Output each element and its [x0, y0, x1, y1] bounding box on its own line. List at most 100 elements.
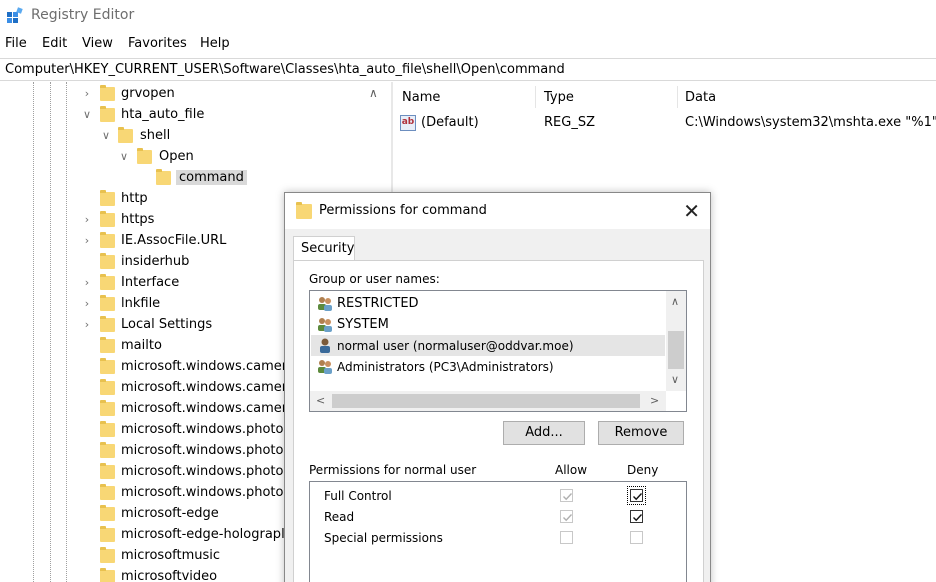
tree-item-label: command	[176, 170, 247, 185]
special-allow-checkbox[interactable]	[560, 531, 573, 544]
menu-file[interactable]: File	[5, 36, 27, 51]
tree-item-label: microsoft.windows.photos	[121, 422, 291, 437]
folder-icon	[156, 169, 171, 185]
chevron-right-icon[interactable]: ›	[81, 298, 93, 310]
chevron-down-icon[interactable]: ∨	[100, 130, 112, 142]
user-name: normal user (normaluser@oddvar.moe)	[337, 339, 574, 353]
folder-icon	[100, 232, 115, 248]
full-control-allow-checkbox[interactable]	[560, 489, 573, 502]
chevron-down-icon[interactable]: ∨	[118, 151, 130, 163]
dialog-title-bar[interactable]: Permissions for command ✕	[285, 193, 710, 229]
tree-item[interactable]: ∨ hta_auto_file	[0, 105, 366, 126]
folder-icon	[100, 463, 115, 479]
address-bar[interactable]: Computer\HKEY_CURRENT_USER\Software\Clas…	[0, 58, 936, 81]
window-title: Registry Editor	[31, 7, 135, 23]
menu-favorites[interactable]: Favorites	[128, 36, 187, 51]
column-divider[interactable]	[677, 86, 678, 108]
tree-item[interactable]: › grvopen	[0, 84, 366, 105]
title-bar: Registry Editor	[0, 0, 936, 32]
chevron-right-icon[interactable]: ›	[81, 235, 93, 247]
scroll-thumb[interactable]	[668, 331, 684, 369]
menu-bar: File Edit View Favorites Help	[0, 34, 936, 56]
scroll-thumb[interactable]	[332, 394, 640, 408]
folder-icon	[100, 400, 115, 416]
add-button[interactable]: Add...	[503, 421, 585, 445]
user-icon	[320, 338, 330, 353]
permission-label: Special permissions	[324, 531, 443, 545]
folder-icon	[100, 85, 115, 101]
tree-item-label: grvopen	[121, 86, 175, 101]
folder-icon	[100, 568, 115, 582]
list-item[interactable]: Administrators (PC3\Administrators)	[311, 356, 665, 377]
folder-icon	[100, 358, 115, 374]
tree-item-label: microsoft.windows.camer	[121, 380, 288, 395]
value-name[interactable]: (Default)	[421, 115, 479, 130]
column-header-type[interactable]: Type	[544, 90, 574, 105]
tree-item-label: Open	[159, 149, 194, 164]
folder-icon	[100, 526, 115, 542]
tree-item-label: microsoft-edge	[121, 506, 219, 521]
scroll-right-icon[interactable]: >	[650, 394, 659, 407]
group-icon	[318, 360, 332, 374]
chevron-right-icon[interactable]: ›	[81, 277, 93, 289]
tree-item-label: http	[121, 191, 148, 206]
remove-button[interactable]: Remove	[598, 421, 684, 445]
list-item[interactable]: SYSTEM	[311, 314, 665, 335]
read-allow-checkbox[interactable]	[560, 510, 573, 523]
group-icon	[318, 297, 332, 311]
tree-item-label: https	[121, 212, 155, 227]
scroll-up-icon[interactable]: ∧	[671, 295, 679, 308]
tree-item-label: IE.AssocFile.URL	[121, 233, 227, 248]
tree-item-label: lnkfile	[121, 296, 161, 311]
read-deny-checkbox[interactable]	[630, 510, 643, 523]
vertical-scrollbar[interactable]: ∧ ∨	[666, 291, 686, 391]
horizontal-scrollbar[interactable]: < >	[310, 391, 666, 411]
folder-icon	[100, 379, 115, 395]
list-item-selected[interactable]: normal user (normaluser@oddvar.moe)	[311, 335, 665, 356]
column-header-name[interactable]: Name	[402, 90, 440, 105]
deny-column-label: Deny	[627, 463, 659, 477]
chevron-right-icon[interactable]: ›	[81, 319, 93, 331]
tree-item[interactable]: ∨ shell	[0, 126, 366, 147]
column-divider[interactable]	[535, 86, 536, 108]
menu-help[interactable]: Help	[200, 36, 230, 51]
folder-icon	[100, 190, 115, 206]
string-value-icon: ab	[400, 115, 416, 131]
address-path[interactable]: Computer\HKEY_CURRENT_USER\Software\Clas…	[5, 62, 565, 77]
folder-icon	[100, 274, 115, 290]
menu-view[interactable]: View	[82, 36, 113, 51]
scroll-left-icon[interactable]: <	[316, 394, 325, 407]
tree-item-label: microsoft-edge-holograpl	[121, 527, 285, 542]
folder-icon	[100, 505, 115, 521]
tree-item-label: Interface	[121, 275, 180, 290]
scroll-up-icon[interactable]: ∧	[369, 86, 378, 100]
folder-icon	[100, 547, 115, 563]
permissions-dialog: Permissions for command ✕ Security Group…	[284, 192, 711, 582]
folder-icon	[100, 211, 115, 227]
full-control-deny-checkbox[interactable]	[627, 486, 646, 505]
tree-item-selected[interactable]: command	[0, 168, 366, 189]
folder-icon	[100, 295, 115, 311]
chevron-down-icon[interactable]: ∨	[81, 109, 93, 121]
group-names-label: Group or user names:	[309, 272, 440, 286]
tree-item[interactable]: ∨ Open	[0, 147, 366, 168]
list-item[interactable]: RESTRICTED	[311, 293, 665, 314]
folder-icon	[137, 148, 152, 164]
tab-security[interactable]: Security	[293, 236, 355, 261]
chevron-right-icon[interactable]: ›	[81, 214, 93, 226]
user-list: RESTRICTED SYSTEM normal user (normaluse…	[309, 290, 687, 412]
scroll-down-icon[interactable]: ∨	[671, 373, 679, 386]
chevron-right-icon[interactable]: ›	[81, 88, 93, 100]
close-icon[interactable]: ✕	[683, 199, 700, 223]
folder-icon	[118, 127, 133, 143]
folder-icon	[100, 253, 115, 269]
folder-icon	[100, 442, 115, 458]
column-header-data[interactable]: Data	[685, 90, 716, 105]
tree-item-label: microsoft.windows.camer	[121, 401, 288, 416]
menu-edit[interactable]: Edit	[42, 36, 67, 51]
user-name: RESTRICTED	[337, 296, 419, 311]
user-name: SYSTEM	[337, 317, 389, 332]
allow-column-label: Allow	[555, 463, 588, 477]
tree-item-label: insiderhub	[121, 254, 190, 269]
special-deny-checkbox[interactable]	[630, 531, 643, 544]
